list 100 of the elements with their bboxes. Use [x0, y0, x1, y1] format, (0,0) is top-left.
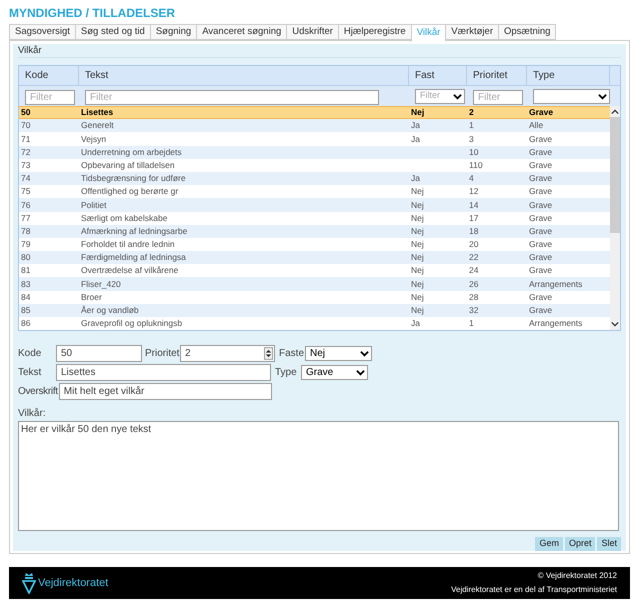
table-row[interactable]: 80 Færdigmelding af ledningsa Nej 22 Grave	[19, 251, 610, 264]
column-header[interactable]: Prioritet	[467, 66, 527, 85]
table-cell: 3	[469, 134, 474, 144]
filter-dropdown[interactable]	[533, 88, 610, 104]
input-field[interactable]: Lisettes	[56, 364, 271, 382]
tab[interactable]: Søgning	[150, 24, 196, 40]
field-label: Prioritet	[145, 347, 180, 362]
table-cell: 81	[21, 265, 30, 276]
table-cell: Nej	[411, 265, 424, 276]
column-header[interactable]: Kode	[19, 66, 79, 85]
table-cell: 50	[21, 107, 30, 118]
dropdown[interactable]: Grave	[301, 365, 368, 380]
table-cell: Nej	[411, 239, 424, 250]
crown-shield-icon	[22, 572, 36, 594]
table-cell: Grave	[529, 107, 554, 118]
scroll-up-icon[interactable]	[611, 108, 619, 116]
table-cell: Nej	[411, 278, 424, 289]
table-cell: Arrangements	[529, 318, 582, 328]
column-header[interactable]: Fast	[409, 66, 467, 85]
table-row[interactable]: 77 Særligt om kabelskabe Nej 17 Grave	[19, 212, 610, 225]
table-row[interactable]: 74 Tidsbegrænsning for udføre Ja 4 Grave	[19, 172, 610, 186]
table-cell: 32	[469, 305, 478, 316]
spinner-icon[interactable]	[264, 347, 273, 360]
table-cell: Grave	[529, 265, 552, 276]
action-button[interactable]: Gem	[535, 537, 563, 552]
table-cell: 1	[469, 120, 474, 130]
table-cell: Grave	[529, 160, 552, 170]
table-row[interactable]: 75 Offentlighed og berørte gr Nej 12 Grave	[19, 185, 610, 198]
table-cell: 20	[469, 239, 478, 250]
table-cell: Grave	[529, 186, 552, 196]
scroll-thumb[interactable]	[610, 117, 620, 233]
table-cell: Grave	[529, 200, 552, 210]
table-cell: 10	[469, 146, 478, 157]
table-cell: 4	[469, 173, 474, 184]
table-cell: 75	[21, 186, 30, 196]
field-label: Overskrift	[18, 385, 58, 400]
table-cell: Tidsbegrænsning for udføre	[81, 173, 186, 184]
field-label: Tekst	[18, 366, 42, 380]
table-cell: 80	[21, 252, 30, 262]
table-cell: Nej	[411, 186, 424, 196]
filter-field[interactable]: Filter	[85, 90, 379, 105]
table-cell: 18	[469, 226, 478, 236]
table-cell: 71	[21, 134, 30, 144]
filter-field[interactable]: Filter	[25, 90, 75, 105]
table-row[interactable]: 70 Generelt Ja 1 Alle	[19, 119, 610, 132]
filter-field[interactable]: Filter	[473, 90, 523, 105]
tab[interactable]: Søg sted og tid	[74, 24, 150, 40]
tab[interactable]: Avanceret søgning	[196, 24, 286, 40]
table-row[interactable]: 84 Broer Nej 28 Grave	[19, 290, 610, 304]
table-cell: 24	[469, 265, 478, 276]
table-cell: 79	[21, 239, 30, 250]
table-cell: Grave	[529, 173, 552, 184]
table-row[interactable]: 76 Politiet Nej 14 Grave	[19, 198, 610, 212]
text-area[interactable]: Her er vilkår 50 den nye tekst	[18, 421, 619, 532]
table-cell: Vejsyn	[81, 134, 106, 144]
column-header[interactable]: Tekst	[79, 66, 409, 85]
table-row[interactable]: 78 Afmærkning af ledningsarbe Nej 18 Grave	[19, 224, 610, 238]
table-cell: Grave	[529, 239, 552, 250]
table-row[interactable]: 85 Åer og vandløb Nej 32 Grave	[19, 304, 610, 317]
table-cell: Overtrædelse af vilkårene	[81, 265, 178, 276]
table-cell: Underretning om arbejdets	[81, 146, 182, 157]
tab[interactable]: Opsætning	[498, 24, 556, 40]
table-cell: 28	[469, 292, 478, 302]
tab[interactable]: Værktøjer	[445, 24, 498, 40]
number-field[interactable]: 2	[180, 345, 275, 362]
table-cell: Forholdet til andre lednin	[81, 239, 175, 250]
table-cell: 70	[21, 120, 30, 130]
table-cell: Åer og vandløb	[81, 305, 139, 316]
table-row[interactable]: 83 Fliser_420 Nej 26 Arrangements	[19, 277, 610, 291]
table-cell: 1	[469, 318, 474, 328]
table-cell: Afmærkning af ledningsarbe	[81, 226, 188, 236]
footer-note: Vejdirektoratet er en del af Transportministeriet	[451, 584, 617, 596]
tab[interactable]: Hjælperegistre	[338, 24, 411, 40]
tab[interactable]: Udskrifter	[286, 24, 338, 40]
table-row[interactable]: 81 Overtrædelse af vilkårene Nej 24 Grave	[19, 264, 610, 278]
table-row[interactable]: 50 Lisettes Nej 2 Grave	[19, 106, 610, 120]
table-cell: 22	[469, 252, 478, 262]
table-cell: 77	[21, 212, 30, 223]
table-cell: Grave	[529, 305, 552, 316]
table-cell: 73	[21, 160, 30, 170]
scrollbar[interactable]	[610, 106, 620, 330]
tab[interactable]: Sagsoversigt	[9, 24, 75, 40]
table-cell: 74	[21, 173, 30, 184]
table-cell: 2	[469, 107, 474, 118]
table-cell: 86	[21, 318, 30, 328]
table-row[interactable]: 72 Underretning om arbejdets 10 Grave	[19, 146, 610, 159]
table-cell: Grave	[529, 134, 552, 144]
table-cell: Ja	[411, 173, 420, 184]
table-cell: 78	[21, 226, 30, 236]
table-cell: 26	[469, 278, 478, 289]
action-button[interactable]: Slet	[597, 537, 621, 552]
table-cell: Ja	[411, 318, 420, 328]
dropdown[interactable]: Nej	[305, 346, 372, 362]
table-cell: 76	[21, 200, 30, 210]
action-button[interactable]: Opret	[564, 537, 596, 552]
table-cell: Grave	[529, 146, 552, 157]
scroll-down-icon[interactable]	[611, 320, 619, 328]
column-header[interactable]: Type	[527, 66, 610, 85]
input-field[interactable]: 50	[56, 345, 142, 362]
input-field[interactable]: Mit helt eget vilkår	[58, 383, 272, 400]
